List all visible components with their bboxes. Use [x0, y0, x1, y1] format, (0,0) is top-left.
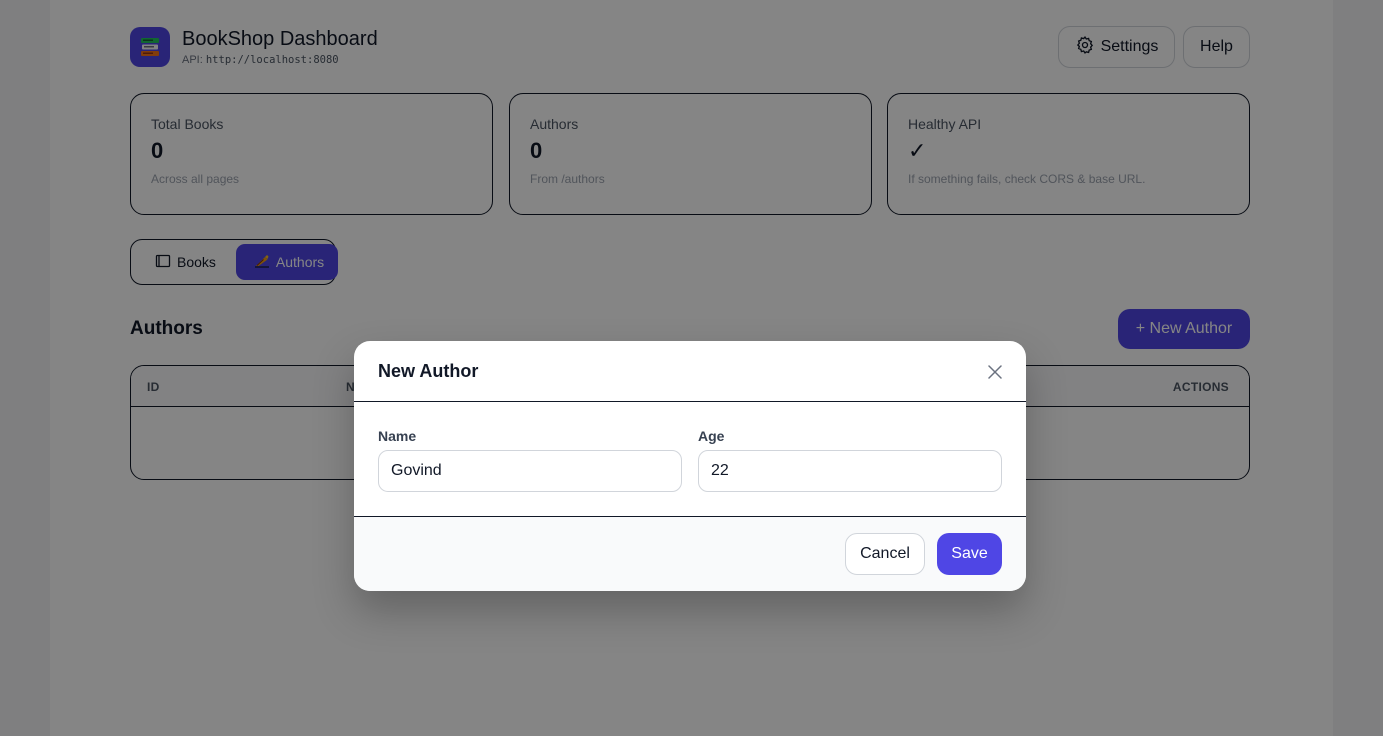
- age-label: Age: [698, 428, 725, 444]
- dialog-footer: Cancel Save: [354, 517, 1026, 591]
- cancel-button[interactable]: Cancel: [845, 533, 925, 575]
- dialog-title: New Author: [378, 361, 479, 381]
- dialog-header: New Author: [354, 341, 1026, 402]
- name-label: Name: [378, 428, 417, 444]
- new-author-dialog: New Author Name Age Cancel Save: [354, 341, 1026, 591]
- dialog-body: Name Age: [354, 402, 1026, 517]
- close-icon[interactable]: [984, 361, 1006, 383]
- age-field[interactable]: [698, 450, 1002, 492]
- save-button[interactable]: Save: [937, 533, 1002, 575]
- name-field[interactable]: [378, 450, 682, 492]
